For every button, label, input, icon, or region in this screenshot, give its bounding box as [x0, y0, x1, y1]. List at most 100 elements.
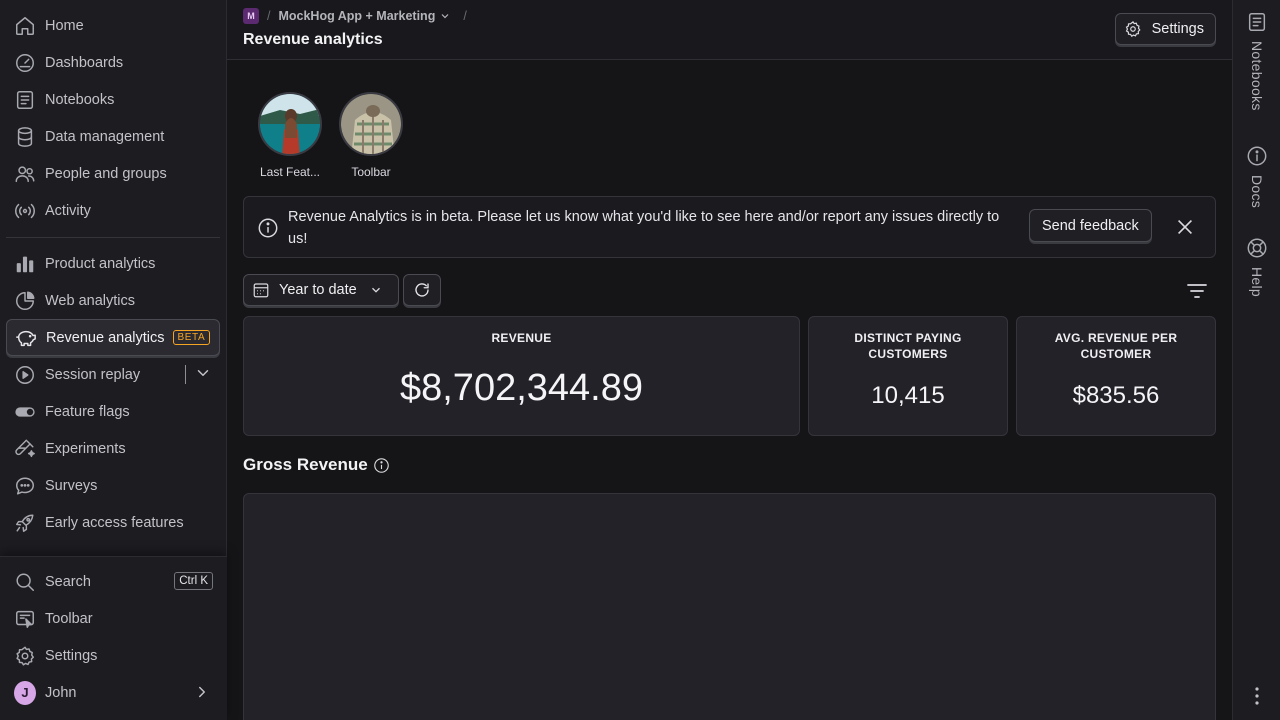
rightbar-label: Docs [1249, 175, 1265, 209]
sidebar-item-early-access[interactable]: Early access features [6, 504, 220, 541]
send-feedback-button[interactable]: Send feedback [1029, 209, 1152, 242]
sidebar-item-label: Notebooks [45, 91, 115, 108]
sidebar-item-label: Home [45, 17, 84, 34]
sidebar-item-label: Toolbar [45, 610, 93, 627]
story-label: Toolbar [351, 165, 391, 179]
story-thumbnail [258, 92, 322, 156]
metric-card-avg-revenue: AVG. REVENUE PER CUSTOMER $835.56 [1016, 316, 1216, 436]
breadcrumb-separator: / [463, 9, 467, 23]
rightbar-label: Notebooks [1249, 41, 1265, 111]
bar-chart-icon [14, 253, 36, 275]
people-icon [14, 163, 36, 185]
gear-icon [14, 645, 36, 667]
metric-title: DISTINCT PAYING CUSTOMERS [854, 331, 962, 361]
toggle-icon [14, 401, 36, 423]
refresh-icon [415, 283, 429, 297]
settings-button[interactable]: Settings [1114, 13, 1216, 45]
search-label: Search [45, 573, 91, 590]
rightbar-notebooks[interactable]: Notebooks [1233, 11, 1280, 111]
left-sidebar: Home Dashboards Notebooks Data managemen… [0, 0, 227, 720]
calendar-icon [253, 283, 269, 298]
breadcrumb-separator: / [267, 9, 271, 23]
broadcast-icon [14, 200, 36, 222]
session-replay-divider [185, 365, 186, 384]
metric-value: $835.56 [1072, 382, 1160, 409]
close-icon[interactable] [1174, 216, 1196, 238]
sidebar-item-settings[interactable]: Settings [6, 637, 221, 674]
sidebar-item-label: People and groups [45, 165, 167, 182]
gauge-icon [14, 52, 36, 74]
pie-chart-icon [14, 290, 36, 312]
more-vertical-icon[interactable] [1247, 684, 1267, 708]
metric-card-customers: DISTINCT PAYING CUSTOMERS 10,415 [808, 316, 1008, 436]
gross-revenue-chart [243, 493, 1216, 720]
breadcrumb: M / MockHog App + Marketing / [243, 8, 475, 24]
sidebar-divider [6, 237, 220, 238]
story-thumbnail [339, 92, 403, 156]
sidebar-item-label: Session replay [45, 366, 141, 383]
user-name: John [45, 684, 77, 701]
metric-title: AVG. REVENUE PER CUSTOMER [1054, 331, 1178, 361]
rocket-icon [14, 512, 36, 534]
main-content: M / MockHog App + Marketing / Revenue an… [227, 0, 1232, 720]
rightbar-help[interactable]: Help [1233, 237, 1280, 297]
rightbar-docs[interactable]: Docs [1233, 145, 1280, 208]
story-last-feature[interactable]: Last Feat... [257, 92, 323, 179]
sidebar-item-label: Activity [45, 202, 91, 219]
sidebar-item-label: Web analytics [45, 292, 135, 309]
sidebar-item-activity[interactable]: Activity [6, 192, 220, 229]
sidebar-item-session-replay[interactable]: Session replay [6, 356, 220, 393]
database-icon [14, 126, 36, 148]
info-icon[interactable] [373, 457, 390, 474]
section-title: Gross Revenue [243, 455, 390, 475]
sidebar-item-web-analytics[interactable]: Web analytics [6, 282, 220, 319]
sidebar-item-label: Experiments [45, 440, 126, 457]
sidebar-item-product-analytics[interactable]: Product analytics [6, 245, 220, 282]
story-toolbar[interactable]: Toolbar [338, 92, 404, 179]
search-button[interactable]: Search Ctrl K [6, 563, 221, 600]
keyboard-shortcut: Ctrl K [174, 572, 213, 590]
sidebar-item-feature-flags[interactable]: Feature flags [6, 393, 220, 430]
gross-revenue-title: Gross Revenue [243, 455, 368, 474]
sidebar-item-notebooks[interactable]: Notebooks [6, 81, 220, 118]
sidebar-item-dashboards[interactable]: Dashboards [6, 44, 220, 81]
project-switcher[interactable]: MockHog App + Marketing [278, 9, 435, 23]
sidebar-item-label: Feature flags [45, 403, 130, 420]
lifebuoy-icon [1247, 238, 1267, 258]
metric-card-revenue: REVENUE $8,702,344.89 [243, 316, 800, 436]
sidebar-item-surveys[interactable]: Surveys [6, 467, 220, 504]
date-range-picker[interactable]: Year to date [243, 274, 399, 306]
sidebar-nav: Home Dashboards Notebooks Data managemen… [6, 7, 220, 541]
sidebar-item-label: Product analytics [45, 255, 156, 272]
sidebar-item-toolbar[interactable]: Toolbar [6, 600, 221, 637]
sidebar-item-label: Surveys [45, 477, 98, 494]
beta-badge: BETA [172, 330, 211, 345]
refresh-button[interactable] [403, 274, 441, 306]
sidebar-item-label: Revenue analytics [46, 329, 165, 346]
sidebar-item-label: Early access features [45, 514, 184, 531]
filter-button[interactable] [1185, 279, 1209, 303]
toolbar-icon [14, 608, 36, 630]
search-icon [14, 571, 36, 593]
flask-icon [14, 438, 36, 460]
chevron-down-icon[interactable] [439, 10, 451, 22]
notebook-icon [14, 89, 36, 111]
sidebar-item-people[interactable]: People and groups [6, 155, 220, 192]
sidebar-item-data-management[interactable]: Data management [6, 118, 220, 155]
top-bar: M / MockHog App + Marketing / Revenue an… [227, 0, 1232, 60]
info-icon [1247, 146, 1267, 166]
info-icon [257, 217, 279, 239]
story-label: Last Feat... [259, 165, 321, 179]
metric-value: $8,702,344.89 [399, 367, 643, 409]
sidebar-item-revenue-analytics[interactable]: Revenue analytics BETA [6, 319, 220, 356]
user-menu[interactable]: J John [6, 674, 221, 711]
avatar: J [14, 680, 36, 705]
sidebar-item-experiments[interactable]: Experiments [6, 430, 220, 467]
project-badge[interactable]: M [243, 8, 259, 24]
chevron-right-icon [193, 683, 211, 701]
chevron-down-icon[interactable] [194, 364, 212, 382]
banner-message: Revenue Analytics is in beta. Please let… [288, 209, 1000, 247]
stories-bar: Last Feat... Toolbar [257, 92, 419, 179]
sidebar-item-home[interactable]: Home [6, 7, 220, 44]
notebook-icon [1248, 13, 1266, 31]
